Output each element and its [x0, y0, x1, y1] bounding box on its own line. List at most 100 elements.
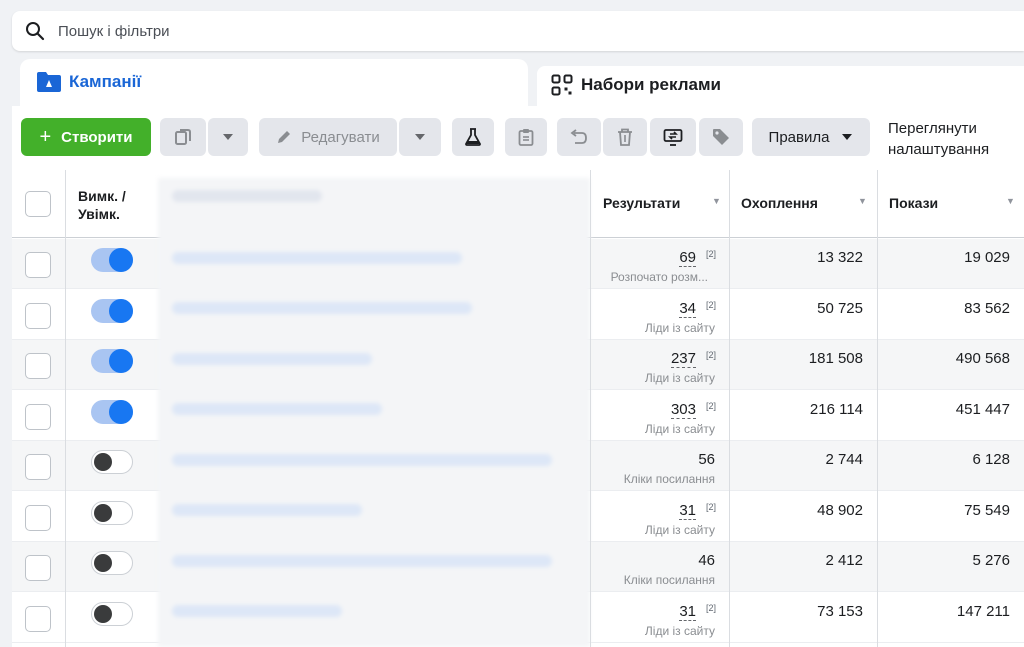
blurred-name	[172, 403, 382, 415]
result-value[interactable]: 69	[679, 249, 696, 267]
result-type: Розпочато розм...	[610, 270, 708, 284]
pencil-icon	[278, 131, 291, 143]
duplicate-button[interactable]	[160, 118, 206, 156]
row-checkbox[interactable]	[25, 606, 51, 632]
result-type: Ліди із сайту	[644, 624, 715, 638]
chevron-down-icon	[223, 134, 233, 140]
edit-label: Редагувати	[301, 128, 380, 146]
impressions-value: 5 276	[972, 552, 1010, 569]
campaign-toggle[interactable]	[91, 551, 133, 575]
undo-button[interactable]	[557, 118, 601, 156]
on-off-header-line2: Увімк.	[78, 206, 120, 222]
campaign-toggle[interactable]	[91, 248, 133, 272]
blurred-name	[172, 252, 462, 264]
chevron-down-icon	[415, 134, 425, 140]
blurred-name	[172, 353, 372, 365]
row-checkbox[interactable]	[25, 404, 51, 430]
result-type: Кліки посилання	[623, 472, 715, 486]
campaign-toggle[interactable]	[91, 501, 133, 525]
result-value[interactable]: 46	[698, 552, 715, 569]
edit-dropdown-button[interactable]	[399, 118, 441, 156]
rules-button[interactable]: Правила	[752, 118, 870, 156]
toggle-knob	[109, 248, 133, 272]
result-type: Ліди із сайту	[644, 321, 715, 335]
result-value[interactable]: 303	[670, 401, 696, 419]
result-type: Ліди із сайту	[644, 523, 715, 537]
blurred-header	[172, 190, 322, 202]
impressions-value: 83 562	[964, 300, 1010, 317]
campaign-toggle[interactable]	[91, 450, 133, 474]
tag-button[interactable]	[699, 118, 743, 156]
tab-campaigns-label: Кампанії	[69, 72, 142, 91]
column-divider	[729, 170, 730, 647]
select-all-checkbox[interactable]	[25, 191, 51, 217]
row-checkbox[interactable]	[25, 353, 51, 379]
impressions-column-header[interactable]: Покази	[889, 195, 938, 211]
reach-value: 48 902	[817, 502, 863, 519]
undo-icon	[570, 129, 587, 144]
result-type: Ліди із сайту	[644, 422, 715, 436]
blurred-name	[172, 302, 472, 314]
result-attribution-note: [2]	[706, 300, 717, 310]
reach-column-header[interactable]: Охоплення	[741, 195, 818, 211]
export-button[interactable]	[650, 118, 696, 156]
ab-test-button[interactable]	[452, 118, 494, 156]
reach-value: 181 508	[808, 350, 863, 367]
campaign-toggle[interactable]	[91, 400, 133, 424]
impressions-value: 451 447	[955, 401, 1010, 418]
blurred-name	[172, 454, 552, 466]
toggle-knob	[109, 400, 133, 424]
row-checkbox[interactable]	[25, 303, 51, 329]
search-input[interactable]: Пошук і фільтри	[58, 23, 170, 40]
campaign-toggle[interactable]	[91, 299, 133, 323]
delete-button[interactable]	[603, 118, 647, 156]
result-value[interactable]: 31	[679, 603, 696, 621]
search-icon	[26, 22, 45, 41]
paste-button[interactable]	[505, 118, 547, 156]
reach-value: 2 412	[825, 552, 863, 569]
result-type: Ліди із сайту	[644, 371, 715, 385]
impressions-sort-icon[interactable]: ▼	[1006, 196, 1015, 206]
tab-ad-sets[interactable]: Набори реклами	[537, 66, 1024, 106]
duplicate-dropdown-button[interactable]	[208, 118, 248, 156]
result-value[interactable]: 34	[679, 300, 696, 318]
create-button[interactable]: + Створити	[21, 118, 151, 156]
result-value[interactable]: 31	[679, 502, 696, 520]
reach-value: 73 153	[817, 603, 863, 620]
plus-icon: +	[39, 125, 52, 148]
blurred-name	[172, 504, 362, 516]
impressions-value: 147 211	[956, 603, 1010, 620]
result-attribution-note: [2]	[706, 249, 717, 259]
edit-button[interactable]: Редагувати	[259, 118, 397, 156]
export-icon	[663, 129, 683, 146]
results-sort-icon[interactable]: ▼	[712, 196, 721, 206]
result-value[interactable]: 237	[670, 350, 696, 368]
row-checkbox[interactable]	[25, 454, 51, 480]
view-settings-link[interactable]: Переглянути налаштування	[888, 118, 989, 160]
results-column-header[interactable]: Результати	[603, 195, 680, 211]
trash-icon	[618, 128, 632, 146]
toggle-knob	[109, 299, 133, 323]
duplicate-icon	[175, 129, 191, 145]
on-off-column-header[interactable]: Вимк. / Увімк.	[78, 187, 126, 223]
blurred-name	[172, 605, 342, 617]
reach-value: 50 725	[817, 300, 863, 317]
tab-ad-sets-label: Набори реклами	[581, 75, 722, 94]
impressions-value: 75 549	[964, 502, 1010, 519]
result-value[interactable]: 56	[698, 451, 715, 468]
campaign-toggle[interactable]	[91, 349, 133, 373]
row-checkbox[interactable]	[25, 555, 51, 581]
reach-sort-icon[interactable]: ▼	[858, 196, 867, 206]
flask-icon	[465, 128, 481, 146]
clipboard-icon	[518, 129, 534, 146]
campaigns-table: Вимк. / Увімк. Результати ▼ Охоплення ▼ …	[12, 170, 1024, 647]
column-divider	[877, 170, 878, 647]
impressions-value: 490 568	[955, 350, 1010, 367]
create-label: Створити	[61, 128, 133, 146]
toggle-knob	[109, 349, 133, 373]
toggle-knob	[94, 554, 112, 572]
row-checkbox[interactable]	[25, 252, 51, 278]
row-checkbox[interactable]	[25, 505, 51, 531]
search-bar[interactable]: Пошук і фільтри	[12, 11, 1024, 51]
campaign-toggle[interactable]	[91, 602, 133, 626]
